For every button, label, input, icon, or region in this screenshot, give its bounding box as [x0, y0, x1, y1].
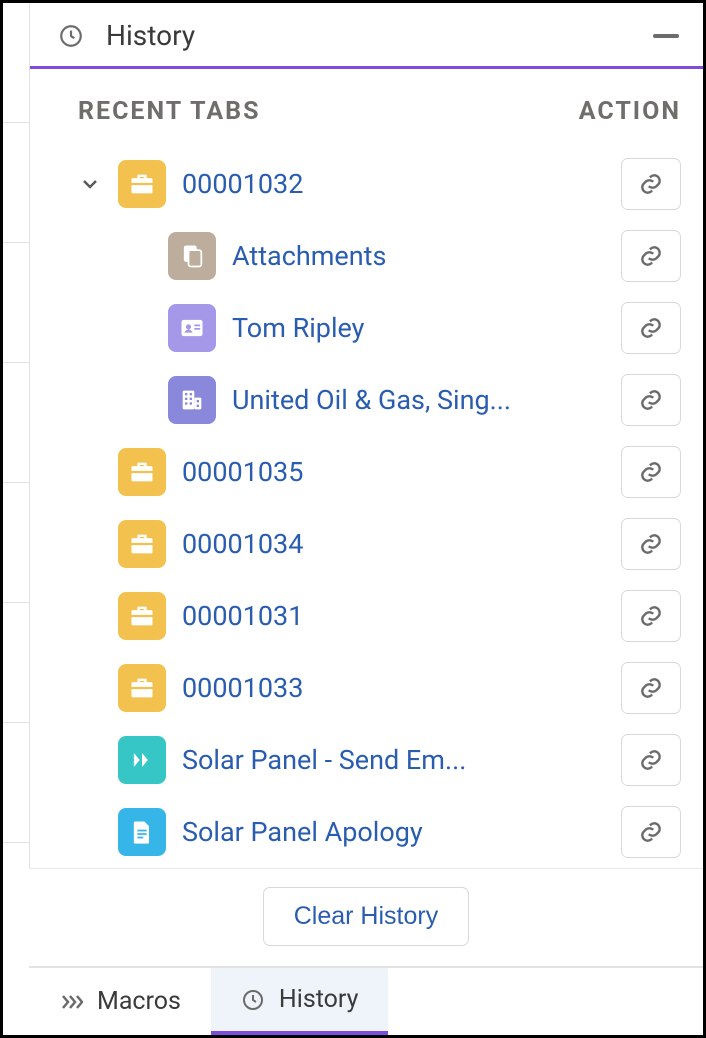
- history-item-link[interactable]: United Oil & Gas, Sing...: [232, 384, 605, 416]
- utility-bar: Macros History: [29, 966, 703, 1035]
- clear-bar: Clear History: [29, 868, 703, 966]
- history-item: United Oil & Gas, Sing...: [78, 364, 681, 436]
- history-item-link[interactable]: Solar Panel Apology: [182, 816, 605, 848]
- copy-link-button[interactable]: [621, 158, 681, 210]
- file-icon: [118, 808, 166, 856]
- history-item-link[interactable]: 00001033: [182, 672, 605, 704]
- case-icon: [118, 448, 166, 496]
- case-icon: [118, 160, 166, 208]
- history-item-link[interactable]: 00001032: [182, 168, 605, 200]
- minimize-button[interactable]: [653, 34, 679, 38]
- history-item-link[interactable]: 00001034: [182, 528, 605, 560]
- history-item: 00001032: [78, 148, 681, 220]
- copy-link-button[interactable]: [621, 590, 681, 642]
- copy-link-button[interactable]: [621, 230, 681, 282]
- chevrons-icon: [59, 990, 83, 1014]
- panel-body: RECENT TABS ACTION 00001032 Attachments To…: [30, 69, 703, 868]
- left-gutter: [3, 3, 29, 1035]
- history-item-link[interactable]: Solar Panel - Send Em...: [182, 744, 605, 776]
- history-item-link[interactable]: 00001035: [182, 456, 605, 488]
- history-list: 00001032 Attachments Tom Ripley United Oil …: [78, 148, 681, 868]
- account-icon: [168, 376, 216, 424]
- history-item: Solar Panel - Send Em...: [78, 724, 681, 796]
- history-item: Tom Ripley: [78, 292, 681, 364]
- column-headers: RECENT TABS ACTION: [78, 97, 681, 148]
- history-icon: [241, 988, 265, 1012]
- copy-link-button[interactable]: [621, 662, 681, 714]
- panel-title: History: [106, 19, 653, 52]
- history-item-link[interactable]: Tom Ripley: [232, 312, 605, 344]
- history-item-link[interactable]: 00001031: [182, 600, 605, 632]
- copy-link-button[interactable]: [621, 734, 681, 786]
- flow-icon: [118, 736, 166, 784]
- history-item: 00001035: [78, 436, 681, 508]
- chevron-down-icon[interactable]: [78, 172, 102, 196]
- tab-macros[interactable]: Macros: [29, 968, 211, 1035]
- tab-macros-label: Macros: [97, 987, 181, 1016]
- history-item: 00001031: [78, 580, 681, 652]
- attach-icon: [168, 232, 216, 280]
- history-panel: History RECENT TABS ACTION 00001032 Attac…: [29, 3, 703, 868]
- history-item: Attachments: [78, 220, 681, 292]
- tab-history[interactable]: History: [211, 968, 389, 1035]
- case-icon: [118, 664, 166, 712]
- case-icon: [118, 592, 166, 640]
- copy-link-button[interactable]: [621, 302, 681, 354]
- clear-history-button[interactable]: Clear History: [263, 887, 469, 946]
- case-icon: [118, 520, 166, 568]
- panel-header: History: [30, 3, 703, 69]
- tab-history-label: History: [279, 985, 359, 1014]
- copy-link-button[interactable]: [621, 518, 681, 570]
- history-icon: [58, 23, 84, 49]
- col-action: ACTION: [579, 97, 681, 126]
- history-item: 00001034: [78, 508, 681, 580]
- copy-link-button[interactable]: [621, 806, 681, 858]
- contact-icon: [168, 304, 216, 352]
- copy-link-button[interactable]: [621, 446, 681, 498]
- history-item: 00001033: [78, 652, 681, 724]
- history-item-link[interactable]: Attachments: [232, 240, 605, 272]
- col-recent-tabs: RECENT TABS: [78, 97, 261, 126]
- copy-link-button[interactable]: [621, 374, 681, 426]
- history-item: Solar Panel Apology: [78, 796, 681, 868]
